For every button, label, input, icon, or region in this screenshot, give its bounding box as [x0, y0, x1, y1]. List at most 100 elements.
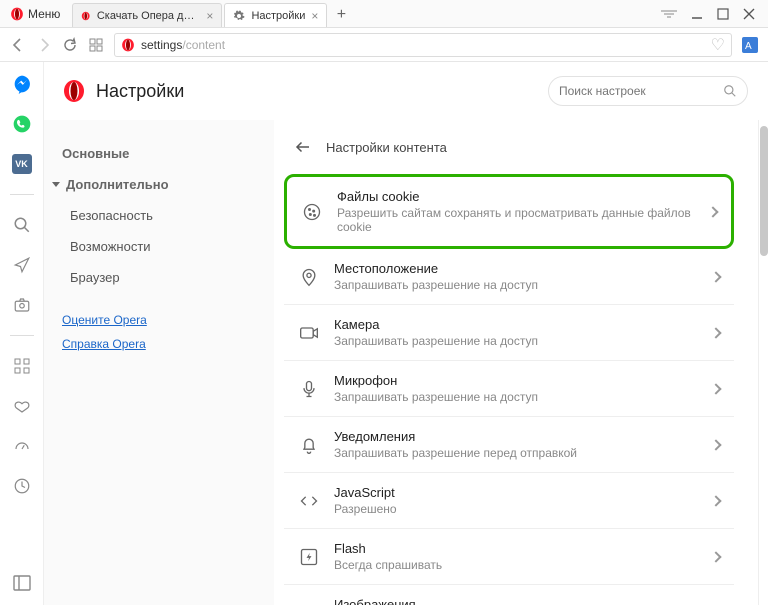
flash-icon — [298, 546, 320, 568]
panel-title: Настройки контента — [326, 140, 447, 155]
row-title: Flash — [334, 541, 698, 556]
opera-icon — [10, 7, 24, 21]
content-row-mic[interactable]: Микрофон Запрашивать разрешение на доступ — [284, 361, 734, 417]
row-desc: Запрашивать разрешение на доступ — [334, 390, 698, 404]
url-text: settings/content — [141, 38, 225, 52]
snapshot-icon[interactable] — [12, 295, 32, 315]
row-title: JavaScript — [334, 485, 698, 500]
row-title: Изображения — [334, 597, 698, 605]
history-icon[interactable] — [12, 476, 32, 496]
app-sidebar: VK — [0, 62, 44, 605]
content-row-camera[interactable]: Камера Запрашивать разрешение на доступ — [284, 305, 734, 361]
vk-icon[interactable]: VK — [12, 154, 32, 174]
content-row-cookie[interactable]: Файлы cookie Разрешить сайтам сохранять и… — [284, 174, 734, 249]
window-titlebar: Меню Скачать Опера для компь × Настройки… — [0, 0, 768, 28]
chevron-right-icon — [710, 495, 721, 506]
nav-item-security[interactable]: Безопасность — [44, 200, 274, 231]
chevron-right-icon — [710, 383, 721, 394]
home-button[interactable] — [88, 37, 104, 53]
personal-news-icon[interactable] — [12, 255, 32, 275]
row-desc: Запрашивать разрешение на доступ — [334, 278, 698, 292]
address-bar: settings/content ♡ A — [0, 28, 768, 62]
url-input[interactable]: settings/content ♡ — [114, 33, 732, 57]
row-title: Местоположение — [334, 261, 698, 276]
bookmark-heart-icon[interactable]: ♡ — [711, 35, 725, 55]
extensions-icon[interactable] — [12, 356, 32, 376]
row-desc: Разрешено — [334, 502, 698, 516]
row-title: Уведомления — [334, 429, 698, 444]
row-title: Файлы cookie — [337, 189, 695, 204]
chevron-right-icon — [710, 327, 721, 338]
opera-icon — [62, 79, 86, 103]
nav-item-main[interactable]: Основные — [44, 138, 274, 169]
content-settings-panel: Настройки контента Файлы cookie Разрешить… — [274, 120, 758, 605]
tab-title: Настройки — [251, 10, 305, 22]
search-input[interactable] — [559, 84, 723, 98]
close-button[interactable] — [742, 7, 756, 21]
opera-icon — [121, 38, 135, 52]
divider — [10, 194, 34, 195]
search-sidebar-icon[interactable] — [12, 215, 32, 235]
panel-header: Настройки контента — [284, 130, 734, 174]
mic-icon — [298, 378, 320, 400]
reload-button[interactable] — [62, 37, 78, 53]
back-arrow-icon[interactable] — [294, 138, 312, 156]
settings-nav: Основные Дополнительно Безопасность Возм… — [44, 120, 274, 605]
opera-icon — [81, 10, 90, 22]
easy-setup-icon[interactable] — [660, 9, 678, 19]
browser-tabs: Скачать Опера для компь × Настройки × + — [72, 0, 652, 27]
image-icon — [298, 602, 320, 605]
messenger-icon[interactable] — [12, 74, 32, 94]
content-row-flash[interactable]: Flash Всегда спрашивать — [284, 529, 734, 585]
row-desc: Запрашивать разрешение на доступ — [334, 334, 698, 348]
row-desc: Всегда спрашивать — [334, 558, 698, 572]
js-icon — [298, 490, 320, 512]
tab-title: Скачать Опера для компь — [97, 10, 201, 22]
page-title: Настройки — [96, 81, 184, 102]
gear-icon — [233, 10, 245, 22]
close-icon[interactable]: × — [311, 9, 318, 23]
forward-button[interactable] — [36, 37, 52, 53]
translate-icon[interactable]: A — [742, 37, 758, 53]
camera-icon — [298, 322, 320, 344]
row-desc: Запрашивать разрешение перед отправкой — [334, 446, 698, 460]
row-desc: Разрешить сайтам сохранять и просматрива… — [337, 206, 695, 234]
nav-item-features[interactable]: Возможности — [44, 231, 274, 262]
chevron-right-icon — [710, 271, 721, 282]
content-row-location[interactable]: Местоположение Запрашивать разрешение на … — [284, 249, 734, 305]
sidebar-toggle-icon[interactable] — [12, 573, 32, 593]
settings-header: Настройки — [44, 62, 768, 120]
row-title: Микрофон — [334, 373, 698, 388]
content-row-image[interactable]: ИзображенияПоказать все — [284, 585, 734, 605]
back-button[interactable] — [10, 37, 26, 53]
content-row-bell[interactable]: Уведомления Запрашивать разрешение перед … — [284, 417, 734, 473]
tab-settings[interactable]: Настройки × — [224, 3, 327, 27]
speed-dial-icon[interactable] — [12, 436, 32, 456]
new-tab-button[interactable]: + — [329, 3, 353, 27]
chevron-right-icon — [710, 551, 721, 562]
scrollbar-thumb[interactable] — [760, 126, 768, 256]
menu-button[interactable]: Меню — [4, 5, 66, 23]
bookmarks-icon[interactable] — [12, 396, 32, 416]
chevron-right-icon — [710, 439, 721, 450]
link-rate-opera[interactable]: Оцените Opera — [62, 313, 256, 327]
cookie-icon — [301, 201, 323, 223]
row-title: Камера — [334, 317, 698, 332]
content-row-js[interactable]: JavaScript Разрешено — [284, 473, 734, 529]
settings-page: Настройки Основные Дополнительно Безопас… — [44, 62, 768, 605]
link-help-opera[interactable]: Справка Opera — [62, 337, 256, 351]
svg-text:A: A — [745, 41, 752, 52]
location-icon — [298, 266, 320, 288]
whatsapp-icon[interactable] — [12, 114, 32, 134]
menu-label: Меню — [28, 7, 60, 21]
close-icon[interactable]: × — [206, 9, 213, 23]
chevron-right-icon — [707, 206, 718, 217]
nav-item-browser[interactable]: Браузер — [44, 262, 274, 293]
settings-search[interactable] — [548, 76, 748, 106]
tab-download-opera[interactable]: Скачать Опера для компь × — [72, 3, 222, 27]
scrollbar-track[interactable] — [758, 120, 768, 605]
search-icon — [723, 84, 737, 98]
nav-item-advanced[interactable]: Дополнительно — [44, 169, 274, 200]
maximize-button[interactable] — [716, 7, 730, 21]
minimize-button[interactable] — [690, 7, 704, 21]
